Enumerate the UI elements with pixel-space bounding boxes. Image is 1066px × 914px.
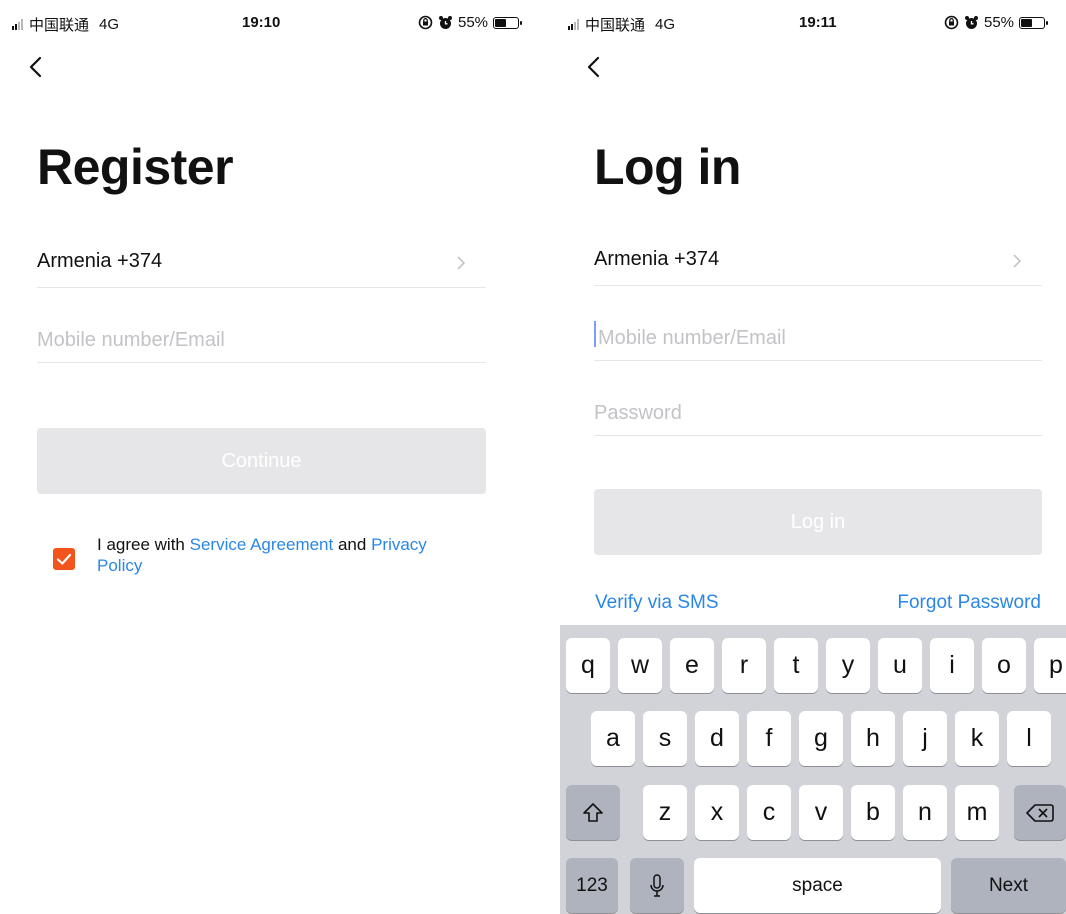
shift-icon xyxy=(583,802,603,822)
key-r[interactable]: r xyxy=(722,638,766,693)
key-u[interactable]: u xyxy=(878,638,922,693)
continue-button[interactable]: Continue xyxy=(37,428,486,494)
key-o[interactable]: o xyxy=(982,638,1026,693)
status-time: 19:10 xyxy=(242,14,281,31)
on-screen-keyboard: qwertyuiop asdfghjkl zxcvbnm 123 space N… xyxy=(560,625,1066,914)
mobile-email-input[interactable] xyxy=(598,327,1046,350)
key-d[interactable]: d xyxy=(695,711,739,766)
chevron-right-icon xyxy=(457,256,466,270)
signal-icon xyxy=(568,19,579,30)
alarm-icon xyxy=(439,16,452,29)
key-y[interactable]: y xyxy=(826,638,870,693)
text-cursor xyxy=(594,321,596,347)
key-e[interactable]: e xyxy=(670,638,714,693)
status-time: 19:11 xyxy=(799,14,837,31)
space-key[interactable]: space xyxy=(694,858,941,913)
key-n[interactable]: n xyxy=(903,785,947,840)
country-code-label: Armenia +374 xyxy=(594,248,720,270)
service-agreement-link[interactable]: Service Agreement xyxy=(190,535,334,554)
password-field-row xyxy=(594,380,1042,436)
key-q[interactable]: q xyxy=(566,638,610,693)
battery-fill xyxy=(495,18,507,27)
chevron-left-icon xyxy=(29,56,42,78)
key-w[interactable]: w xyxy=(618,638,662,693)
key-c[interactable]: c xyxy=(747,785,791,840)
next-key[interactable]: Next xyxy=(951,858,1066,913)
country-selector[interactable]: Armenia +374 xyxy=(594,236,1042,286)
carrier-name: 中国联通 xyxy=(585,17,646,34)
agreement-text: I agree with Service Agreement and Priva… xyxy=(97,534,467,576)
key-f[interactable]: f xyxy=(747,711,791,766)
key-s[interactable]: s xyxy=(643,711,687,766)
country-code-label: Armenia +374 xyxy=(37,250,163,272)
mobile-email-field-row xyxy=(37,308,486,363)
mobile-email-field-row xyxy=(594,306,1046,361)
key-a[interactable]: a xyxy=(591,711,635,766)
key-g[interactable]: g xyxy=(799,711,843,766)
battery-fill xyxy=(1021,18,1033,27)
chevron-right-icon xyxy=(1013,254,1022,268)
verify-via-sms-link[interactable]: Verify via SMS xyxy=(595,592,719,614)
key-h[interactable]: h xyxy=(851,711,895,766)
key-l[interactable]: l xyxy=(1007,711,1051,766)
key-i[interactable]: i xyxy=(930,638,974,693)
network-type: 4G xyxy=(655,16,676,33)
microphone-key[interactable] xyxy=(630,858,684,913)
carrier-name: 中国联通 xyxy=(29,17,90,34)
signal-icon xyxy=(12,19,23,30)
key-z[interactable]: z xyxy=(643,785,687,840)
numbers-key[interactable]: 123 xyxy=(566,858,618,913)
battery-icon xyxy=(493,16,523,29)
key-b[interactable]: b xyxy=(851,785,895,840)
forgot-password-link[interactable]: Forgot Password xyxy=(897,592,1041,614)
status-bar: 中国联通 4G 19:11 55% xyxy=(560,0,1066,40)
battery-percent: 55% xyxy=(984,14,1015,31)
key-k[interactable]: k xyxy=(955,711,999,766)
battery-percent: 55% xyxy=(458,14,489,31)
battery-icon xyxy=(1019,16,1049,29)
rotation-lock-icon xyxy=(944,15,959,30)
status-carrier-group: 中国联通 4G xyxy=(12,14,119,35)
key-v[interactable]: v xyxy=(799,785,843,840)
mobile-email-input[interactable] xyxy=(37,329,486,352)
agreement-row: I agree with Service Agreement and Priva… xyxy=(53,534,483,584)
back-button[interactable] xyxy=(22,50,58,86)
page-title: Register xyxy=(37,139,234,195)
agree-checkbox[interactable] xyxy=(53,548,75,570)
password-input[interactable] xyxy=(594,402,1042,425)
key-x[interactable]: x xyxy=(695,785,739,840)
login-screen: 中国联通 4G 19:11 55% Log in Armenia +374 Lo… xyxy=(560,0,1066,914)
status-carrier-group: 中国联通 4G xyxy=(568,14,675,35)
status-right-group: 55% xyxy=(418,14,523,31)
shift-key[interactable] xyxy=(566,785,620,840)
back-button[interactable] xyxy=(580,50,616,86)
key-t[interactable]: t xyxy=(774,638,818,693)
key-j[interactable]: j xyxy=(903,711,947,766)
agree-prefix: I agree with xyxy=(97,535,190,554)
key-m[interactable]: m xyxy=(955,785,999,840)
login-button[interactable]: Log in xyxy=(594,489,1042,555)
status-bar: 中国联通 4G 19:10 55% xyxy=(0,0,533,40)
register-screen: 中国联通 4G 19:10 55% Register Armenia +374 … xyxy=(0,0,533,914)
rotation-lock-icon xyxy=(418,15,433,30)
backspace-icon xyxy=(1026,803,1054,822)
network-type: 4G xyxy=(99,16,120,33)
page-title: Log in xyxy=(594,139,741,195)
status-right-group: 55% xyxy=(944,14,1049,31)
chevron-left-icon xyxy=(587,56,600,78)
agree-and: and xyxy=(333,535,372,554)
key-p[interactable]: p xyxy=(1034,638,1066,693)
country-selector[interactable]: Armenia +374 xyxy=(37,238,486,288)
checkmark-icon xyxy=(56,553,72,565)
alarm-icon xyxy=(965,16,978,29)
microphone-icon xyxy=(650,873,664,897)
backspace-key[interactable] xyxy=(1014,785,1066,840)
